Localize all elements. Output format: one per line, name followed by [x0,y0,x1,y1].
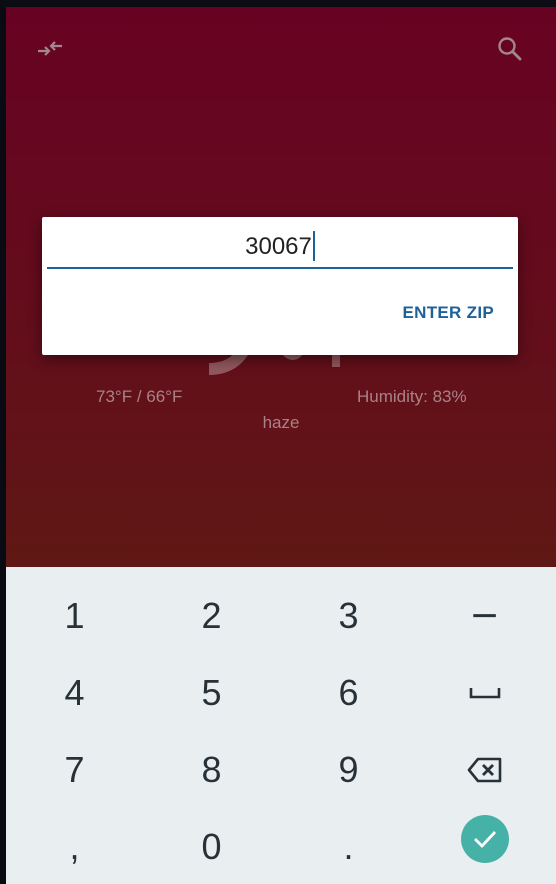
key-period[interactable]: . [280,808,417,884]
zip-dialog: 30067 ENTER ZIP [42,217,518,355]
status-bar [0,0,556,7]
swap-units-button[interactable] [28,27,72,71]
humidity-label: Humidity: 83% [357,387,467,406]
key-backspace[interactable] [416,731,553,808]
key-3[interactable]: 3 [280,577,417,654]
backspace-icon [467,757,501,782]
enter-zip-button[interactable]: ENTER ZIP [403,303,495,323]
key-minus-label: − [469,595,500,636]
key-2[interactable]: 2 [143,577,280,654]
checkmark-icon [473,830,496,848]
space-bar-icon [469,687,500,698]
key-1[interactable]: 1 [6,577,143,654]
key-comma[interactable]: , [6,808,143,884]
key-9[interactable]: 9 [280,731,417,808]
key-8[interactable]: 8 [143,731,280,808]
zip-input[interactable] [47,229,513,269]
swap-arrows-icon [38,41,62,56]
conditions-label: haze [262,413,300,432]
key-6[interactable]: 6 [280,654,417,731]
temp-range: 73°F / 66°F [96,387,183,406]
numeric-keyboard: 1 2 3 − 4 5 6 7 8 9 , 0 . [6,567,556,884]
search-icon [498,37,522,61]
key-4[interactable]: 4 [6,654,143,731]
key-done[interactable] [416,800,553,877]
key-space[interactable] [416,654,553,731]
search-button[interactable] [488,27,532,71]
key-5[interactable]: 5 [143,654,280,731]
key-7[interactable]: 7 [6,731,143,808]
key-0[interactable]: 0 [143,808,280,884]
key-minus[interactable]: − [416,577,553,654]
done-button-circle [460,814,509,863]
